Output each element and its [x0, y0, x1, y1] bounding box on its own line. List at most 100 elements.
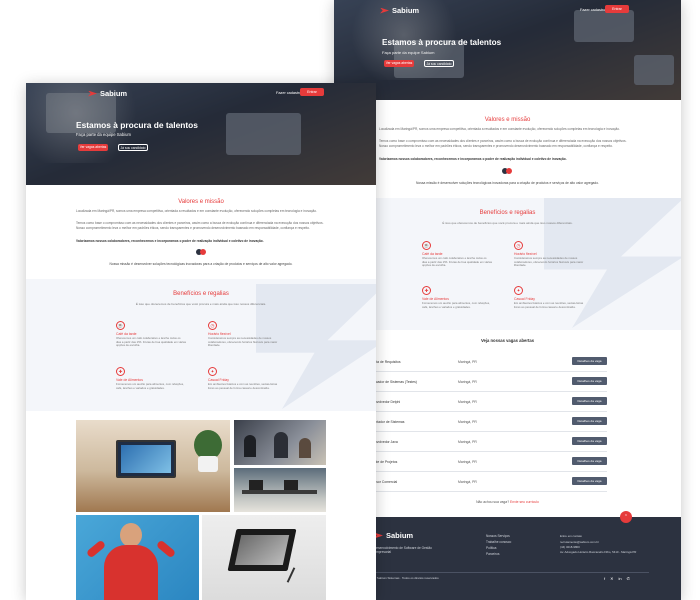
- contact-address: Av. Advogado Horácio Raccanello Filho, 5…: [560, 550, 637, 554]
- footer-link[interactable]: Nossos Serviços: [486, 534, 510, 538]
- benefit-item: ✚ Vale de Alimentos Fornecemos um auxíli…: [116, 367, 184, 390]
- footer-tagline: Desenvolvimento de Software de Gestão Em…: [374, 546, 432, 554]
- logo-mark-icon: [380, 7, 389, 14]
- values-dots: [502, 168, 512, 174]
- job-row: Desenvolvedor Delphi Maringá, PR Detalhes …: [366, 395, 607, 412]
- job-location: Maringá, PR: [458, 420, 477, 424]
- benefit-item: ◷ Horário flexível Consideramos sempre a…: [514, 241, 584, 268]
- job-location: Maringá, PR: [458, 380, 477, 384]
- values-paragraph-1: Localizada em Maringá/PR, somos uma empr…: [76, 209, 317, 213]
- values-dots: [196, 249, 206, 255]
- office-desk-photo: [76, 420, 230, 512]
- values-title: Valores e missão: [178, 199, 224, 205]
- contact-phone[interactable]: (44) 3218-9800: [560, 545, 580, 549]
- health-icon: ✚: [422, 286, 431, 295]
- job-details-button[interactable]: Detalhes da vaga: [572, 477, 607, 485]
- copyright: © Sabium Sistemas · Todos os direitos re…: [374, 576, 439, 580]
- job-details-button[interactable]: Detalhes da vaga: [572, 437, 607, 445]
- job-location: Maringá, PR: [458, 460, 477, 464]
- nav-button-login[interactable]: Entrar: [300, 88, 324, 96]
- clock-icon: ◷: [514, 241, 523, 250]
- hero-subtitle: Faça parte da equipe Sabium: [382, 50, 435, 55]
- jobs-title: Veja nossas vagas abertas: [480, 338, 535, 343]
- nav-button-login[interactable]: Entrar: [605, 5, 629, 13]
- benefit-item: ◷ Horário flexível Consideramos sempre a…: [208, 321, 278, 348]
- job-details-button[interactable]: Detalhes da vaga: [572, 377, 607, 385]
- view-jobs-button[interactable]: Ver vagas abertas: [384, 60, 414, 67]
- job-details-button[interactable]: Detalhes da vaga: [572, 397, 607, 405]
- job-details-button[interactable]: Detalhes da vaga: [572, 417, 607, 425]
- already-candidate-button[interactable]: Já sou candidato: [424, 60, 454, 67]
- benefit-item: ✚ Vale de Alimentos Fornecemos um auxíli…: [422, 286, 490, 309]
- coffee-icon: ☕: [116, 321, 125, 330]
- jobs-footer-note: Não achou sua vaga? Envie seu currículo: [476, 500, 539, 504]
- benefits-section: Benefícios e regalias É isso que oferece…: [26, 279, 376, 411]
- benefits-intro: É isso que oferecemos de benefícios que …: [135, 302, 267, 306]
- health-icon: ✚: [116, 367, 125, 376]
- benefit-item: ✦ Casual Friday Em ambientes básicos e c…: [514, 286, 584, 309]
- footer-link[interactable]: Política: [486, 546, 496, 550]
- whatsapp-icon[interactable]: ✆: [627, 576, 630, 581]
- social-links: f ✕ in ✆: [604, 576, 630, 581]
- page-preview-front: Sabium Fazer cadastro Entrar Estamos à p…: [26, 83, 376, 600]
- job-row: Certificador de Sistemas (Testes) Maringá…: [366, 375, 607, 392]
- job-row: Implantador de Sistemas Maringá, PR Detalh…: [366, 415, 607, 432]
- gift-icon: ✦: [208, 367, 217, 376]
- job-row: Gerente de Projetos Maringá, PR Detalhes d…: [366, 455, 607, 472]
- back-to-top-button[interactable]: ⌃: [620, 511, 632, 523]
- values-paragraph-2: Temos como base o compromisso com as nec…: [379, 139, 627, 148]
- hero-subtitle: Faça parte da equipe Sabium: [76, 132, 131, 137]
- benefit-item: ✦ Casual Friday Em ambientes básicos e c…: [208, 367, 278, 390]
- values-mission: Nossa missão é desenvolver soluções tecn…: [109, 262, 293, 266]
- logo[interactable]: Sabium: [88, 89, 127, 98]
- benefits-intro: É isso que oferecemos de benefícios que …: [442, 221, 573, 225]
- twitter-icon[interactable]: ✕: [610, 576, 613, 581]
- logo-text: Sabium: [392, 6, 420, 15]
- send-resume-link[interactable]: Envie seu currículo: [510, 500, 539, 504]
- team-meeting-photo: [234, 420, 326, 465]
- values-paragraph-2: Temos como base o compromisso com as nec…: [76, 221, 324, 230]
- hero-title: Estamos à procura de talentos: [76, 120, 198, 130]
- footer-divider: [374, 572, 649, 573]
- gift-icon: ✦: [514, 286, 523, 295]
- values-mission: Nossa missão é desenvolver soluções tecn…: [416, 181, 599, 185]
- design-tablet-photo: [202, 515, 326, 600]
- benefits-section: Benefícios e regalias É isso que oferece…: [334, 198, 681, 330]
- values-title: Valores e missão: [484, 117, 531, 123]
- job-location: Maringá, PR: [458, 360, 477, 364]
- footer-link[interactable]: Parceiros: [486, 552, 499, 556]
- job-row: Analista de Requisitos Maringá, PR Detalhe…: [366, 355, 607, 372]
- benefits-title: Benefícios e regalias: [173, 291, 229, 297]
- hero-title: Estamos à procura de talentos: [382, 38, 502, 47]
- coworking-photo: [234, 468, 326, 512]
- job-row: Desenvolvedor Java Maringá, PR Detalhes da…: [366, 435, 607, 452]
- coffee-icon: ☕: [422, 241, 431, 250]
- hero-section: Sabium Fazer cadastro Entrar Estamos à p…: [334, 0, 681, 100]
- logo-text: Sabium: [100, 89, 128, 98]
- job-location: Maringá, PR: [458, 480, 477, 484]
- view-jobs-button[interactable]: Ver vagas abertas: [78, 144, 108, 151]
- nav-link-register[interactable]: Fazer cadastro: [276, 91, 301, 95]
- clock-icon: ◷: [208, 321, 217, 330]
- facebook-icon[interactable]: f: [604, 576, 605, 581]
- contact-title: Entre em contato: [560, 534, 583, 538]
- linkedin-icon[interactable]: in: [618, 576, 621, 581]
- job-details-button[interactable]: Detalhes da vaga: [572, 357, 607, 365]
- celebrating-person-photo: [76, 515, 199, 600]
- nav-link-register[interactable]: Fazer cadastro: [580, 8, 605, 12]
- job-row: Assessor Comercial Maringá, PR Detalhes da…: [366, 475, 607, 492]
- values-paragraph-1: Localizada em Maringá/PR, somos uma empr…: [379, 127, 620, 131]
- footer-link[interactable]: Trabalhe conosco: [486, 540, 511, 544]
- footer-logo: Sabium: [374, 531, 413, 540]
- benefit-item: ☕ Café da tarde Oferecemos um café colab…: [116, 321, 186, 348]
- values-highlight: Valorizamos nossos colaboradores, reconh…: [76, 239, 264, 243]
- logo[interactable]: Sabium: [380, 6, 419, 15]
- values-highlight: Valorizamos nossos colaboradores, reconh…: [379, 157, 567, 161]
- logo-mark-icon: [88, 90, 97, 97]
- job-location: Maringá, PR: [458, 400, 477, 404]
- site-footer: ⌃ Sabium Desenvolvimento de Software de …: [334, 511, 681, 600]
- contact-email[interactable]: recrutamento@sabium.com.br: [560, 540, 599, 544]
- job-details-button[interactable]: Detalhes da vaga: [572, 457, 607, 465]
- page-preview-back: Sabium Fazer cadastro Entrar Estamos à p…: [334, 0, 681, 600]
- already-candidate-button[interactable]: Já sou candidato: [118, 144, 148, 151]
